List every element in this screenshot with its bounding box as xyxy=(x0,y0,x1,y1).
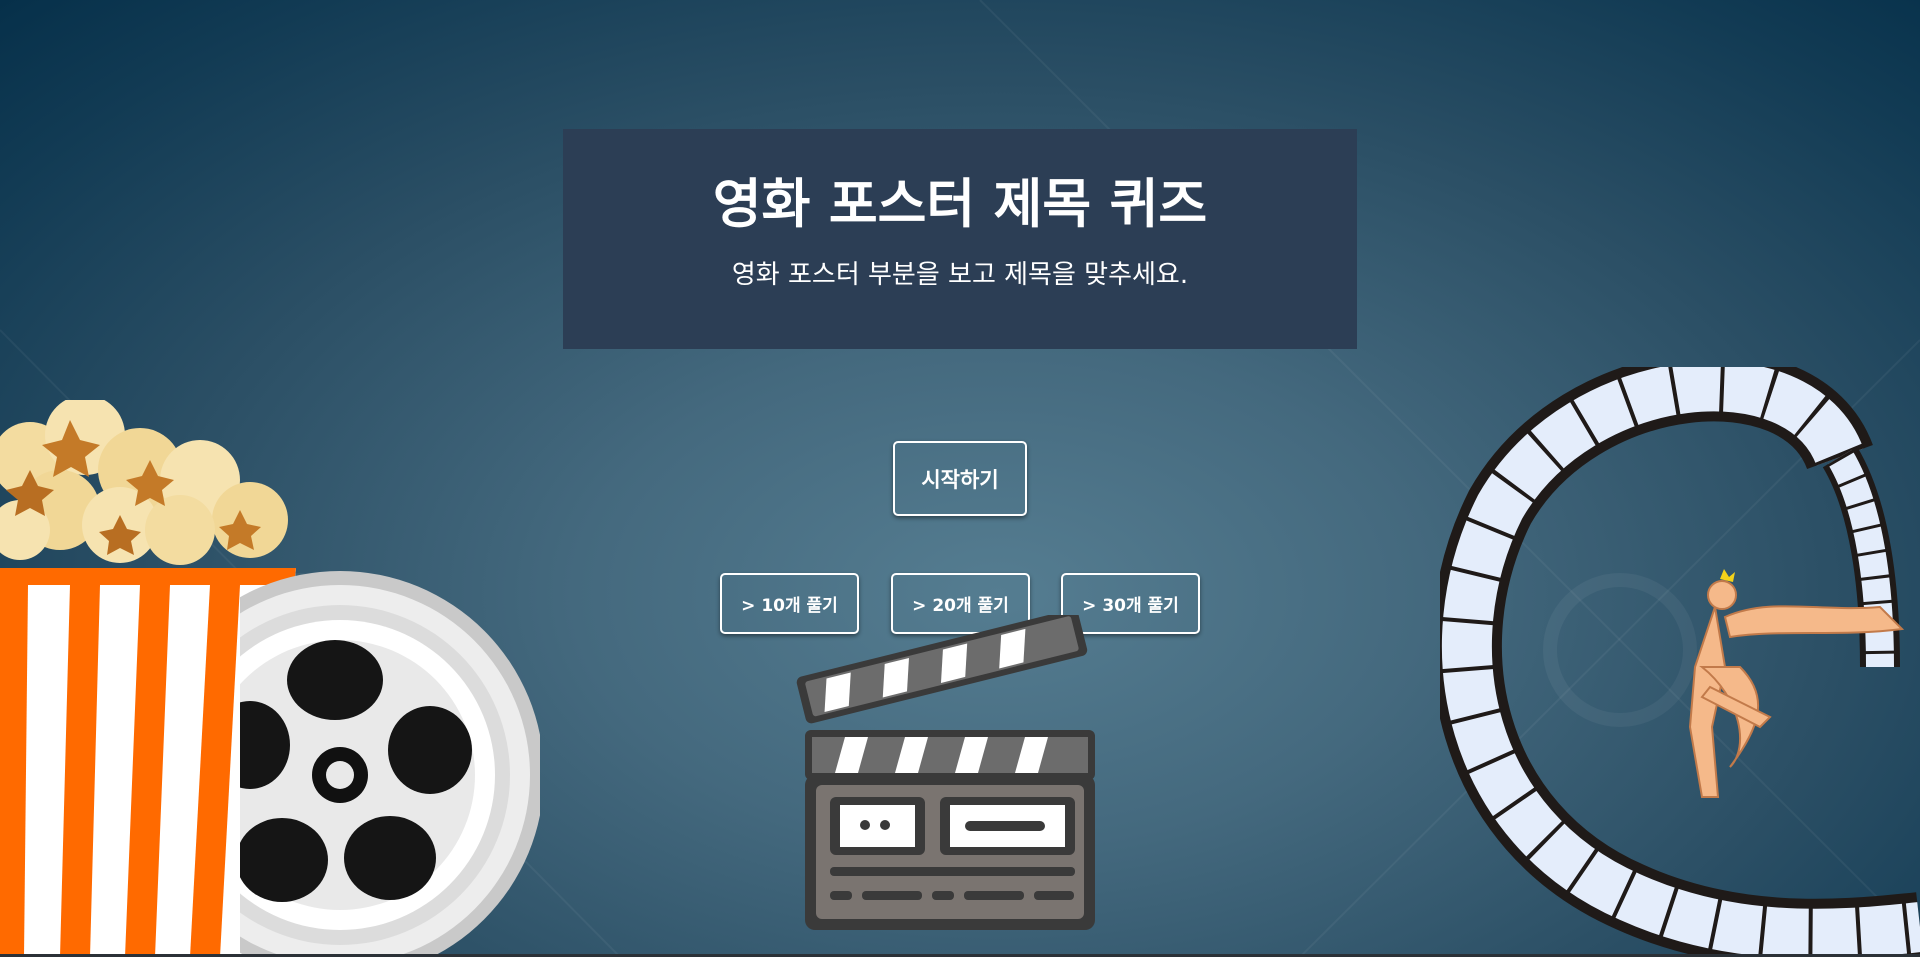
start-button[interactable]: 시작하기 xyxy=(893,441,1027,516)
film-reel-icon xyxy=(240,571,540,957)
page-title: 영화 포스터 제목 퀴즈 xyxy=(712,174,1208,235)
page-subtitle: 영화 포스터 부분을 보고 제목을 맞추세요. xyxy=(731,259,1189,290)
quiz-start-screen: 영화 포스터 제목 퀴즈 영화 포스터 부분을 보고 제목을 맞추세요. 시작하… xyxy=(0,0,1920,957)
title-card: 영화 포스터 제목 퀴즈 영화 포스터 부분을 보고 제목을 맞추세요. xyxy=(563,129,1357,349)
clapperboard-icon xyxy=(796,615,1095,930)
film-strip-icon xyxy=(1440,367,1920,957)
